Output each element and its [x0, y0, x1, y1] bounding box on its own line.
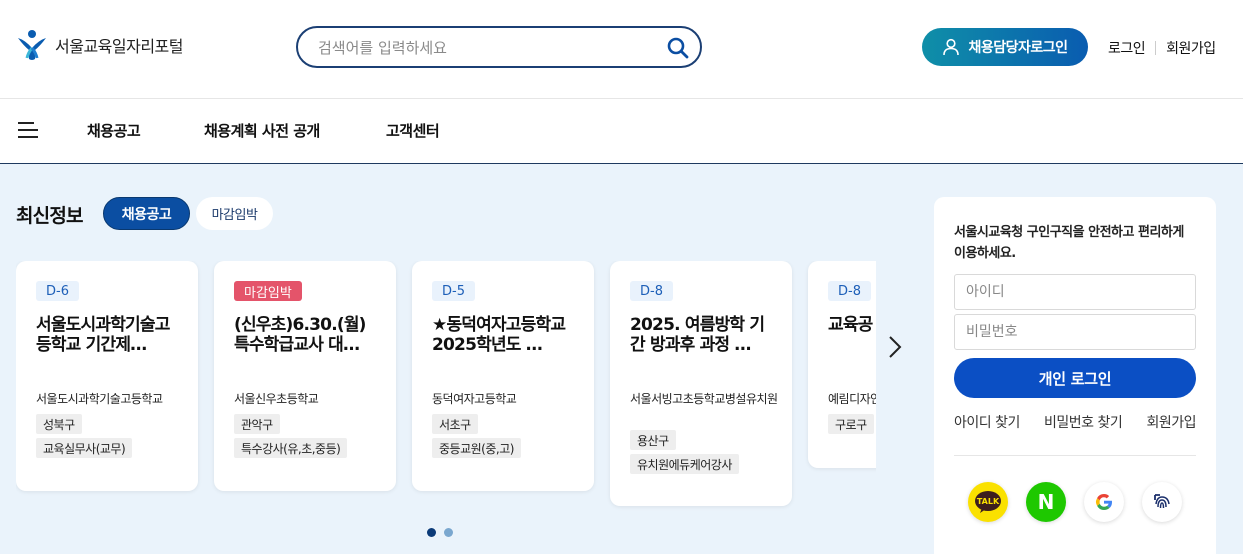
fingerprint-login-button[interactable] — [1142, 482, 1182, 522]
username-field[interactable] — [954, 274, 1196, 310]
personal-login-button[interactable]: 개인 로그인 — [954, 358, 1196, 398]
job-card[interactable]: D-8 2025. 여름방학 기간 방과후 과정 … 서울서빙고초등학교병설유치… — [610, 261, 792, 506]
login-message: 서울시교육청 구인구직을 안전하고 편리하게 이용하세요. — [954, 225, 1184, 261]
menu-icon[interactable] — [18, 120, 38, 140]
logo-icon — [18, 30, 46, 60]
pagination-dot[interactable] — [444, 528, 453, 537]
deadline-badge: D-6 — [36, 281, 79, 301]
nav-item-hiring-plans[interactable]: 채용계획 사전 공개 — [204, 120, 320, 141]
search-input[interactable] — [318, 36, 648, 60]
site-logo[interactable]: 서울교육일자리포털 — [15, 28, 183, 62]
hr-login-label: 채용담당자로그인 — [968, 40, 1068, 56]
naver-icon: N — [1037, 490, 1055, 514]
signup-link[interactable]: 회원가입 — [1166, 38, 1216, 58]
job-card[interactable]: D-5 ★동덕여자고등학교 2025학년도 … 동덕여자고등학교 서초구 중등교… — [412, 261, 594, 491]
main-nav: 채용공고 채용계획 사전 공개 고객센터 — [0, 98, 1243, 164]
nav-item-job-postings[interactable]: 채용공고 — [87, 120, 141, 141]
job-card[interactable]: D-8 교육공 호,당직 예림디자인 구로구 — [808, 261, 876, 468]
deadline-badge: D-8 — [828, 281, 871, 301]
find-password-link[interactable]: 비밀번호 찾기 — [1044, 412, 1123, 432]
login-link[interactable]: 로그인 — [1108, 38, 1146, 58]
site-header: 서울교육일자리포털 채용담당자로그인 로그인 회원가입 — [0, 0, 1243, 98]
kakao-label: TALK — [977, 497, 1000, 506]
region-tag: 구로구 — [828, 414, 874, 434]
job-title[interactable]: 서울도시과학기술고등학교 기간제… — [36, 315, 180, 355]
find-id-link[interactable]: 아이디 찾기 — [954, 412, 1020, 432]
job-title[interactable]: (신우초)6.30.(월) 특수학급교사 대… — [234, 315, 378, 355]
top-links: 로그인 회원가입 — [1108, 38, 1216, 58]
job-type-tag: 특수강사(유,초,중등) — [234, 438, 348, 458]
job-cards-carousel: D-6 서울도시과학기술고등학교 기간제… 서울도시과학기술고등학교 성북구 교… — [16, 261, 876, 521]
job-title[interactable]: 교육공 호,당직 — [828, 315, 876, 355]
job-type-tag: 유치원에듀케어강사 — [630, 454, 739, 474]
kakao-login-button[interactable]: TALK — [968, 482, 1008, 522]
login-panel: 서울시교육청 구인구직을 안전하고 편리하게 이용하세요. 개인 로그인 아이디… — [934, 197, 1216, 554]
password-field[interactable] — [954, 314, 1196, 350]
tab-job-postings[interactable]: 채용공고 — [103, 197, 190, 230]
google-icon — [1095, 494, 1112, 510]
region-tag: 용산구 — [630, 430, 676, 450]
chevron-right-icon[interactable] — [886, 334, 904, 360]
main-content: 최신정보 채용공고 마감임박 D-6 서울도시과학기술고등학교 기간제… 서울도… — [0, 164, 1243, 554]
carousel-pagination — [427, 528, 453, 537]
region-tag: 성북구 — [36, 414, 82, 434]
tag-list: 구로구 — [828, 414, 874, 434]
naver-login-button[interactable]: N — [1026, 482, 1066, 522]
organization: 서울신우초등학교 — [234, 392, 319, 406]
deadline-badge: D-5 — [432, 281, 475, 301]
organization: 서울서빙고초등학교병설유치원 — [630, 392, 778, 406]
search-bar — [296, 26, 702, 68]
job-title[interactable]: 2025. 여름방학 기간 방과후 과정 … — [630, 315, 774, 355]
hr-manager-login-button[interactable]: 채용담당자로그인 — [922, 28, 1088, 66]
signup-link[interactable]: 회원가입 — [1146, 412, 1196, 432]
nav-item-customer-center[interactable]: 고객센터 — [386, 120, 440, 141]
deadline-badge: 마감임박 — [234, 281, 302, 301]
organization: 서울도시과학기술고등학교 — [36, 392, 163, 406]
google-login-button[interactable] — [1084, 482, 1124, 522]
tag-list: 용산구 유치원에듀케어강사 — [630, 430, 739, 474]
job-card[interactable]: 마감임박 (신우초)6.30.(월) 특수학급교사 대… 서울신우초등학교 관악… — [214, 261, 396, 491]
account-links: 아이디 찾기 비밀번호 찾기 회원가입 — [954, 412, 1196, 432]
job-card[interactable]: D-6 서울도시과학기술고등학교 기간제… 서울도시과학기술고등학교 성북구 교… — [16, 261, 198, 491]
kakao-icon: TALK — [975, 491, 1001, 513]
organization: 동덕여자고등학교 — [432, 392, 517, 406]
pagination-dot-active[interactable] — [427, 528, 436, 537]
tag-list: 서초구 중등교원(중,고) — [432, 414, 521, 458]
region-tag: 관악구 — [234, 414, 280, 434]
job-type-tag: 중등교원(중,고) — [432, 438, 521, 458]
region-tag: 서초구 — [432, 414, 478, 434]
deadline-badge: D-8 — [630, 281, 673, 301]
divider — [1155, 41, 1157, 55]
search-icon[interactable] — [666, 36, 690, 60]
tag-list: 성북구 교육실무사(교무) — [36, 414, 133, 458]
organization: 예림디자인 — [828, 392, 876, 406]
job-type-tag: 교육실무사(교무) — [36, 438, 133, 458]
fingerprint-icon — [1154, 494, 1170, 509]
user-icon — [943, 38, 960, 56]
tag-list: 관악구 특수강사(유,초,중등) — [234, 414, 348, 458]
divider — [954, 455, 1196, 456]
tab-closing-soon[interactable]: 마감임박 — [196, 197, 273, 230]
logo-text: 서울교육일자리포털 — [55, 37, 183, 56]
job-title[interactable]: ★동덕여자고등학교 2025학년도 … — [432, 315, 576, 355]
section-title: 최신정보 — [16, 205, 84, 227]
